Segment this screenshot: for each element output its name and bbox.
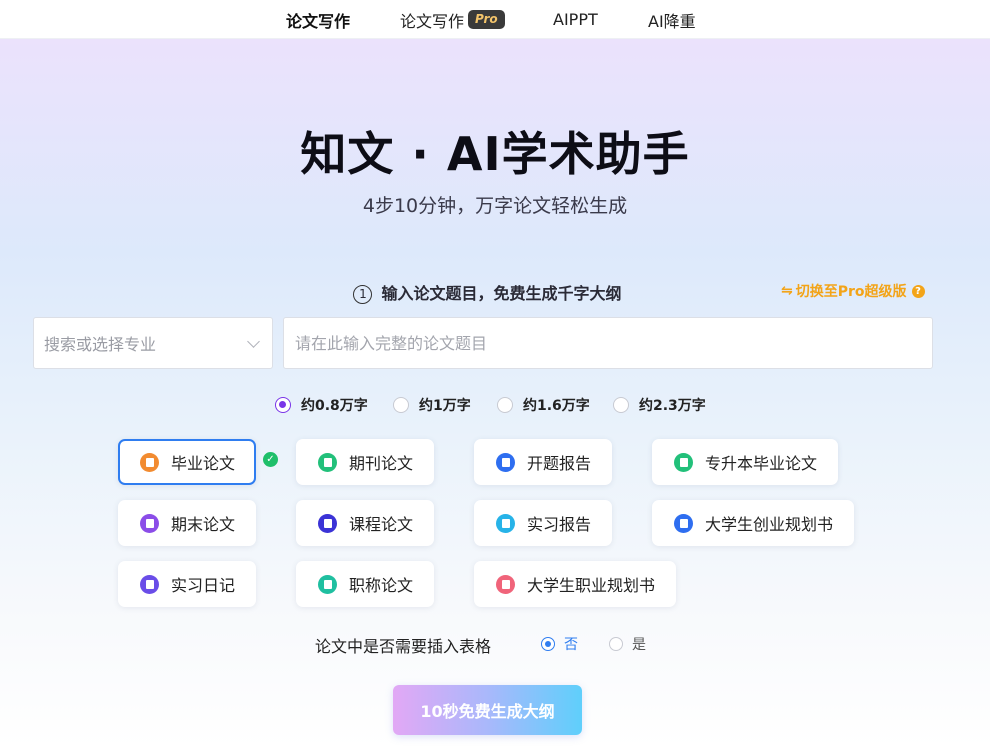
radio-selected-icon	[541, 637, 555, 651]
help-icon[interactable]: ?	[911, 284, 925, 298]
table-option-label: 否	[564, 637, 578, 653]
paper-type-internship-report[interactable]: 实习报告	[474, 500, 612, 546]
generate-outline-button[interactable]: 10秒免费生成大纲	[393, 685, 582, 735]
radio-selected-icon	[275, 397, 291, 413]
paper-type-final[interactable]: 期末论文	[118, 500, 256, 546]
major-select-placeholder: 搜索或选择专业	[44, 335, 157, 354]
paper-type-label: 实习日记	[171, 576, 236, 595]
page-title: 知文 · AI学术助手	[300, 127, 690, 181]
page-subtitle: 4步10分钟，万字论文轻松生成	[362, 195, 628, 217]
word-count-label: 约1万字	[419, 398, 471, 414]
paper-type-label: 大学生职业规划书	[527, 576, 656, 595]
top-navigation: 论文写作 论文写作 Pro AIPPT AI降重	[0, 0, 990, 39]
paper-type-label: 期末论文	[171, 515, 236, 534]
paper-type-label: 专升本毕业论文	[705, 454, 818, 473]
paper-type-label: 毕业论文	[171, 454, 236, 473]
nav-tab-ai-rewrite[interactable]: AI降重	[648, 0, 696, 39]
nav-tab-paper-writing[interactable]: 论文写作	[286, 0, 350, 39]
word-count-label: 约0.8万字	[301, 398, 368, 414]
word-count-label: 约2.3万字	[639, 398, 706, 414]
paper-type-internship-diary[interactable]: 实习日记	[118, 561, 256, 607]
word-count-option-1[interactable]: 约1万字	[393, 395, 471, 415]
paper-type-label: 职称论文	[349, 576, 414, 595]
paper-type-label: 大学生创业规划书	[705, 515, 834, 534]
paper-type-label: 课程论文	[349, 515, 414, 534]
step-heading-text: 输入论文题目，免费生成千字大纲	[381, 284, 622, 303]
nav-tab-paper-writing-pro[interactable]: 论文写作 Pro	[400, 0, 505, 39]
nav-tab-label: AIPPT	[553, 10, 598, 29]
paper-type-graduation[interactable]: 毕业论文	[118, 439, 256, 485]
word-count-option-2.3[interactable]: 约2.3万字	[613, 395, 706, 415]
book-icon	[674, 452, 693, 472]
course-icon	[318, 513, 337, 533]
paper-type-proposal[interactable]: 开题报告	[474, 439, 612, 485]
nav-tab-aippt[interactable]: AIPPT	[553, 0, 598, 39]
check-icon: ✓	[263, 452, 278, 467]
paper-type-career-plan[interactable]: 大学生职业规划书	[474, 561, 676, 607]
paper-type-label: 期刊论文	[349, 454, 414, 473]
major-select[interactable]: 搜索或选择专业	[33, 317, 273, 369]
radio-icon	[609, 637, 623, 651]
word-count-label: 约1.6万字	[523, 398, 590, 414]
diary-icon	[140, 574, 159, 594]
table-option-label: 是	[632, 637, 646, 653]
switch-to-pro-link[interactable]: ⇋ 切换至Pro超级版 ?	[781, 281, 925, 301]
document-icon	[140, 513, 159, 533]
word-count-option-1.6[interactable]: 约1.6万字	[497, 395, 590, 415]
word-count-option-0.8[interactable]: 约0.8万字	[275, 395, 368, 415]
report-icon	[496, 513, 515, 533]
radio-icon	[393, 397, 409, 413]
radio-icon	[497, 397, 513, 413]
nav-tab-label: 论文写作	[286, 11, 351, 31]
switch-arrows-icon: ⇋	[781, 283, 793, 299]
table-option-no[interactable]: 否	[541, 634, 578, 654]
document-icon	[318, 574, 337, 594]
plan-icon	[674, 513, 693, 533]
paper-type-label: 开题报告	[527, 454, 592, 473]
career-icon	[496, 574, 515, 594]
nav-tab-label: 论文写作	[400, 11, 465, 31]
document-icon	[318, 452, 337, 472]
paper-type-course[interactable]: 课程论文	[296, 500, 434, 546]
report-icon	[496, 452, 515, 472]
table-option-yes[interactable]: 是	[609, 634, 646, 654]
radio-icon	[613, 397, 629, 413]
step-number-icon: 1	[353, 285, 373, 304]
table-question-label: 论文中是否需要插入表格	[315, 637, 492, 656]
topic-input[interactable]	[283, 317, 933, 369]
paper-type-upgrade-graduation[interactable]: 专升本毕业论文	[652, 439, 838, 485]
pro-badge: Pro	[468, 10, 505, 29]
chevron-down-icon	[247, 334, 260, 348]
paper-type-startup-plan[interactable]: 大学生创业规划书	[652, 500, 854, 546]
paper-type-professional-title[interactable]: 职称论文	[296, 561, 434, 607]
paper-type-journal[interactable]: 期刊论文	[296, 439, 434, 485]
paper-type-label: 实习报告	[527, 515, 592, 534]
document-icon	[140, 452, 159, 472]
switch-to-pro-label: 切换至Pro超级版	[795, 284, 907, 300]
nav-tab-label: AI降重	[648, 11, 696, 31]
